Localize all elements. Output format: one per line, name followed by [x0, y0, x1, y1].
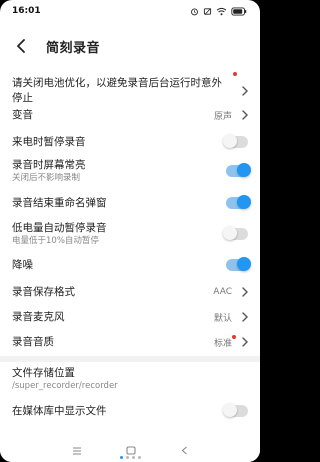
media-library-toggle[interactable]: [223, 403, 248, 417]
section-divider: [0, 356, 260, 362]
setting-label: 录音麦克风: [12, 310, 65, 323]
setting-text: 录音音质: [12, 335, 214, 350]
alert-dot: [233, 72, 237, 76]
chevron-right-icon: [238, 286, 248, 298]
setting-label: 录音保存格式: [12, 285, 75, 298]
setting-label: 在媒体库中显示文件: [12, 404, 107, 417]
toggle-knob: [237, 257, 251, 271]
chevron-right-icon: [238, 336, 248, 348]
setting-text: 降噪: [12, 258, 226, 273]
app-screen: 16:01 简刻录音 请关闭电池优化，以避免录音后台运行时意外停止 变音 原声 …: [0, 0, 260, 462]
battery-icon: [231, 6, 248, 16]
setting-row-microphone[interactable]: 录音麦克风 默认: [0, 305, 260, 329]
status-bar: 16:01: [0, 0, 260, 22]
setting-sub: 电量低于10%自动暂停: [12, 236, 99, 246]
setting-label: 录音时屏幕常亮: [12, 159, 86, 171]
toggle-knob: [223, 134, 237, 148]
setting-row-keep-screen-on[interactable]: 录音时屏幕常亮 关闭后不影响录制: [0, 157, 260, 185]
chevron-right-icon: [238, 85, 248, 97]
setting-value: 标准: [213, 338, 232, 349]
toggle-knob: [237, 195, 251, 209]
toggle-knob: [223, 403, 237, 417]
setting-row-pause-on-call[interactable]: 来电时暂停录音: [0, 130, 260, 154]
page-dot: [119, 456, 123, 459]
setting-label: 录音音质: [12, 335, 54, 348]
setting-row-storage-location[interactable]: 文件存储位置 /super_recorder/recorder: [0, 364, 260, 394]
alert-dot: [232, 335, 236, 339]
wifi-icon: [216, 7, 227, 16]
setting-text: 请关闭电池优化，以避免录音后台运行时意外停止: [12, 76, 238, 106]
chevron-right-icon: [238, 311, 248, 323]
page-dot: [125, 456, 129, 459]
setting-text: 变音: [12, 108, 214, 123]
setting-label: 降噪: [12, 258, 33, 271]
setting-sub: /super_recorder/recorder: [12, 381, 118, 391]
setting-row-media-library[interactable]: 在媒体库中显示文件: [0, 399, 260, 423]
setting-text: 录音保存格式: [12, 285, 213, 300]
setting-text: 录音时屏幕常亮 关闭后不影响录制: [12, 158, 226, 184]
setting-sub: 关闭后不影响录制: [12, 173, 81, 183]
page-dot: [131, 456, 135, 459]
status-icons: [190, 6, 248, 16]
page-indicator: [0, 456, 260, 459]
setting-label: 变音: [12, 108, 33, 121]
setting-value: 默认: [213, 313, 232, 324]
rename-dialog-toggle[interactable]: [226, 195, 251, 209]
setting-label: 录音结束重命名弹窗: [12, 196, 107, 209]
setting-label: 文件存储位置: [12, 367, 75, 379]
setting-label: 来电时暂停录音: [12, 135, 86, 148]
alarm-icon: [190, 7, 199, 16]
noise-reduction-toggle[interactable]: [226, 257, 251, 271]
setting-row-save-format[interactable]: 录音保存格式 AAC: [0, 280, 260, 304]
page-dot: [137, 456, 141, 459]
setting-value: 原声: [213, 111, 232, 122]
low-battery-pause-toggle[interactable]: [223, 226, 248, 240]
setting-value: AAC: [213, 287, 232, 297]
setting-row-noise-reduction[interactable]: 降噪: [0, 253, 260, 277]
setting-row-low-battery-pause[interactable]: 低电量自动暂停录音 电量低于10%自动暂停: [0, 220, 260, 248]
toggle-knob: [223, 226, 237, 240]
setting-text: 在媒体库中显示文件: [12, 404, 226, 419]
chevron-right-icon: [238, 109, 248, 121]
back-button[interactable]: [10, 35, 32, 57]
pause-on-call-toggle[interactable]: [223, 134, 248, 148]
title-bar: 简刻录音: [0, 22, 260, 70]
setting-text: 来电时暂停录音: [12, 135, 226, 150]
setting-label: 请关闭电池优化，以避免录音后台运行时意外停止: [12, 77, 222, 104]
setting-text: 录音结束重命名弹窗: [12, 196, 226, 211]
back-arrow-icon: [17, 39, 25, 53]
setting-text: 文件存储位置 /super_recorder/recorder: [12, 366, 248, 392]
keep-screen-on-toggle[interactable]: [226, 163, 251, 177]
setting-row-voice-change[interactable]: 变音 原声: [0, 103, 260, 127]
toggle-knob: [237, 163, 251, 177]
page-title: 简刻录音: [46, 40, 101, 56]
setting-row-rename-dialog[interactable]: 录音结束重命名弹窗: [0, 191, 260, 215]
status-time: 16:01: [12, 6, 41, 16]
setting-row-quality[interactable]: 录音音质 标准: [0, 330, 260, 354]
setting-text: 低电量自动暂停录音 电量低于10%自动暂停: [12, 221, 226, 247]
mute-icon: [203, 7, 212, 16]
setting-text: 录音麦克风: [12, 310, 214, 325]
setting-label: 低电量自动暂停录音: [12, 222, 107, 234]
